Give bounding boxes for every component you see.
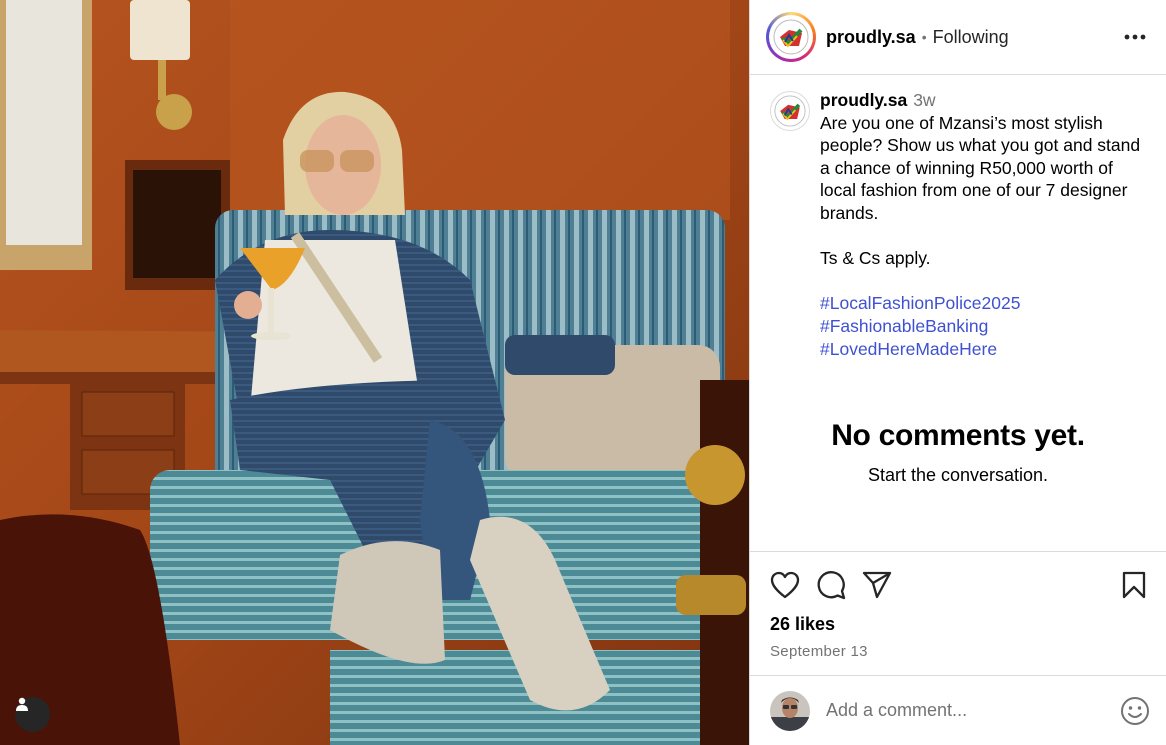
post-modal: proudly.sa • Following proudly.sa 3w Are… xyxy=(0,0,1166,745)
caption-text: Are you one of Mzansi’s most stylish peo… xyxy=(820,112,1141,269)
like-button[interactable] xyxy=(770,571,800,599)
post-date[interactable]: September 13 xyxy=(770,643,1150,660)
caption-row: proudly.sa 3w Are you one of Mzansi’s mos… xyxy=(770,89,1150,360)
empty-comments-subtitle: Start the conversation. xyxy=(867,465,1049,485)
hashtag-link[interactable]: #LocalFashionPolice2025 xyxy=(820,292,1150,315)
caption-avatar[interactable] xyxy=(770,91,810,131)
current-user-avatar[interactable] xyxy=(770,690,810,731)
heart-icon xyxy=(770,571,800,599)
user-tag-icon xyxy=(16,697,28,711)
save-button[interactable] xyxy=(1122,571,1146,599)
post-header: proudly.sa • Following xyxy=(750,0,1166,75)
proudly-sa-logo-icon xyxy=(773,19,809,55)
share-button[interactable] xyxy=(862,571,892,599)
likes-count[interactable]: 26 likes xyxy=(770,614,1150,635)
emoji-button[interactable] xyxy=(1120,696,1150,726)
hashtag-link[interactable]: #LovedHereMadeHere xyxy=(820,338,1150,361)
comment-icon xyxy=(817,571,846,600)
post-actions: 26 likes September 13 xyxy=(750,551,1166,675)
hashtag-link[interactable]: #FashionableBanking xyxy=(820,315,1150,338)
empty-comments-title: No comments yet. xyxy=(831,419,1085,452)
header-avatar[interactable] xyxy=(766,12,816,62)
post-time-ago[interactable]: 3w xyxy=(913,90,935,110)
empty-comments-state: No comments yet. Start the conversation. xyxy=(750,419,1166,486)
send-icon xyxy=(862,571,892,599)
more-horizontal-icon xyxy=(1124,34,1146,40)
smiley-icon xyxy=(1121,696,1149,725)
comment-button[interactable] xyxy=(816,570,846,600)
post-side-panel: proudly.sa • Following proudly.sa 3w Are… xyxy=(749,0,1166,745)
user-tag-button[interactable] xyxy=(15,697,50,732)
comment-input[interactable] xyxy=(826,700,1120,721)
caption-body: proudly.sa 3w Are you one of Mzansi’s mos… xyxy=(820,89,1150,360)
post-image[interactable] xyxy=(0,0,749,745)
more-options-button[interactable] xyxy=(1120,30,1150,44)
header-separator: • xyxy=(921,29,927,45)
header-username[interactable]: proudly.sa xyxy=(826,27,916,48)
bookmark-icon xyxy=(1122,571,1146,599)
following-button[interactable]: Following xyxy=(933,27,1009,48)
action-bar xyxy=(770,568,1150,602)
comment-composer xyxy=(750,675,1166,745)
photo-illustration xyxy=(0,0,749,745)
proudly-sa-logo-icon xyxy=(774,95,806,127)
caption-section: proudly.sa 3w Are you one of Mzansi’s mos… xyxy=(750,75,1166,551)
caption-username[interactable]: proudly.sa xyxy=(820,90,907,110)
user-photo-icon xyxy=(770,690,810,731)
